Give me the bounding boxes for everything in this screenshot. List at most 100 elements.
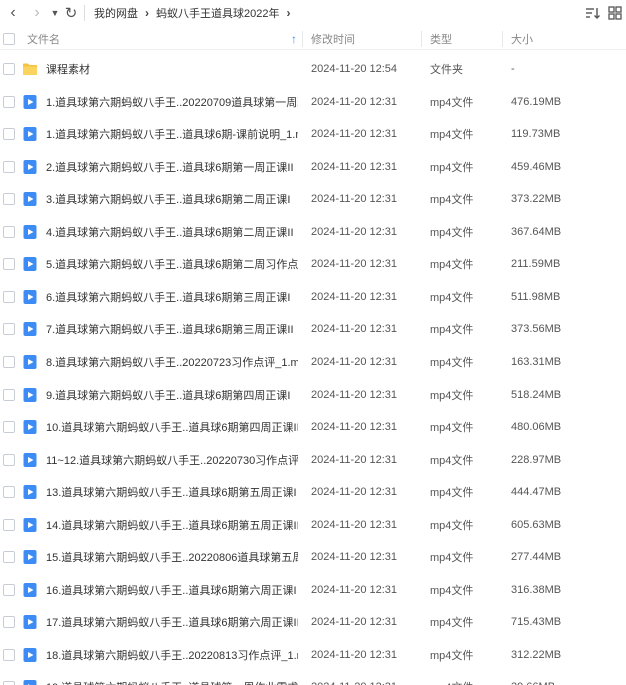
file-size: 511.98MB bbox=[511, 290, 561, 303]
file-name[interactable]: 18.道具球第六期蚂蚁八手王..20220813习作点评_1.mp4 bbox=[46, 639, 298, 671]
row-checkbox[interactable] bbox=[3, 225, 15, 238]
modified-time: 2024-11-20 12:31 bbox=[311, 486, 398, 499]
file-row[interactable]: 19.道具球第六期蚂蚁八手王..道具球第一周作业需求 x26... 2024-11… bbox=[0, 671, 626, 685]
file-name[interactable]: 13.道具球第六期蚂蚁八手王..道具球6期第五周正课I（08... bbox=[46, 476, 298, 508]
row-checkbox[interactable] bbox=[3, 63, 15, 75]
file-name[interactable]: 8.道具球第六期蚂蚁八手王..20220723习作点评_1.mp4 bbox=[46, 346, 298, 378]
file-type: mp4文件 bbox=[430, 194, 474, 207]
file-row[interactable]: 14.道具球第六期蚂蚁八手王..道具球6期第五周正课II（08... 2024-1… bbox=[0, 509, 626, 541]
toolbar-divider bbox=[84, 5, 85, 21]
file-name[interactable]: 2.道具球第六期蚂蚁八手王..道具球6期第一周正课II（070... bbox=[46, 151, 298, 183]
file-size: 211.59MB bbox=[511, 258, 561, 271]
file-type: mp4文件 bbox=[430, 291, 474, 304]
modified-time: 2024-11-20 12:31 bbox=[311, 160, 398, 173]
file-row[interactable]: 1.道具球第六期蚂蚁八手王..20220709道具球第一周理论... 2024-1… bbox=[0, 86, 626, 118]
row-checkbox[interactable] bbox=[3, 388, 15, 401]
column-divider[interactable] bbox=[302, 31, 303, 47]
video-file-icon bbox=[23, 94, 37, 109]
row-checkbox[interactable] bbox=[3, 583, 15, 596]
file-row[interactable]: 13.道具球第六期蚂蚁八手王..道具球6期第五周正课I（08... 2024-11… bbox=[0, 476, 626, 508]
file-row[interactable]: 1.道具球第六期蚂蚁八手王..道具球6期-课前说明_1.mp4 2024-11-2… bbox=[0, 118, 626, 150]
file-name[interactable]: 3.道具球第六期蚂蚁八手王..道具球6期第二周正课I（071... bbox=[46, 183, 298, 215]
refresh-icon[interactable]: ↻ bbox=[60, 2, 82, 24]
video-file-icon bbox=[23, 192, 37, 207]
row-checkbox[interactable] bbox=[3, 355, 15, 368]
row-checkbox[interactable] bbox=[3, 193, 15, 206]
file-name[interactable]: 5.道具球第六期蚂蚁八手王..道具球6期第二周习作点评（... bbox=[46, 248, 298, 280]
row-checkbox[interactable] bbox=[3, 648, 15, 661]
file-name[interactable]: 6.道具球第六期蚂蚁八手王..道具球6期第三周正课I（072... bbox=[46, 281, 298, 313]
file-type: mp4文件 bbox=[430, 671, 473, 685]
file-row[interactable]: 5.道具球第六期蚂蚁八手王..道具球6期第二周习作点评（... 2024-11-2… bbox=[0, 248, 626, 280]
file-name[interactable]: 17.道具球第六期蚂蚁八手王..道具球6期第六周正课II（08... bbox=[46, 606, 298, 638]
file-name[interactable]: 10.道具球第六期蚂蚁八手王..道具球6期第四周正课II（07... bbox=[46, 411, 298, 443]
file-size: 715.43MB bbox=[511, 616, 562, 629]
modified-time: 2024-11-20 12:31 bbox=[311, 323, 398, 336]
file-row[interactable]: 8.道具球第六期蚂蚁八手王..20220723习作点评_1.mp4 2024-11… bbox=[0, 346, 626, 378]
file-name[interactable]: 1.道具球第六期蚂蚁八手王..道具球6期-课前说明_1.mp4 bbox=[46, 118, 298, 150]
file-name[interactable]: 9.道具球第六期蚂蚁八手王..道具球6期第四周正课I（073... bbox=[46, 379, 298, 411]
file-row[interactable]: 3.道具球第六期蚂蚁八手王..道具球6期第二周正课I（071... 2024-11… bbox=[0, 183, 626, 215]
row-checkbox[interactable] bbox=[3, 160, 15, 173]
modified-time: 2024-11-20 12:31 bbox=[311, 355, 398, 368]
file-row[interactable]: 17.道具球第六期蚂蚁八手王..道具球6期第六周正课II（08... 2024-1… bbox=[0, 606, 626, 638]
file-row[interactable]: 15.道具球第六期蚂蚁八手王..20220806道具球第五周习... 2024-1… bbox=[0, 541, 626, 573]
file-name[interactable]: 4.道具球第六期蚂蚁八手王..道具球6期第二周正课II（071... bbox=[46, 216, 298, 248]
file-size: 119.73MB bbox=[511, 128, 561, 141]
header-name[interactable]: 文件名 bbox=[27, 28, 60, 50]
file-size: 518.24MB bbox=[511, 388, 562, 401]
file-row[interactable]: 11~12.道具球第六期蚂蚁八手王..20220730习作点评.mp4 2024-… bbox=[0, 444, 626, 476]
file-row[interactable]: 16.道具球第六期蚂蚁八手王..道具球6期第六周正课I（08... 2024-11… bbox=[0, 574, 626, 606]
header-mtime[interactable]: 修改时间 bbox=[311, 28, 355, 50]
row-checkbox[interactable] bbox=[3, 95, 15, 108]
file-name[interactable]: 15.道具球第六期蚂蚁八手王..20220806道具球第五周习... bbox=[46, 541, 298, 573]
file-row[interactable]: 4.道具球第六期蚂蚁八手王..道具球6期第二周正课II（071... 2024-1… bbox=[0, 216, 626, 248]
row-checkbox[interactable] bbox=[3, 128, 15, 141]
modified-time: 2024-11-20 12:31 bbox=[311, 193, 398, 206]
file-name[interactable]: 16.道具球第六期蚂蚁八手王..道具球6期第六周正课I（08... bbox=[46, 574, 298, 606]
file-type: mp4文件 bbox=[430, 584, 474, 597]
row-checkbox[interactable] bbox=[3, 518, 15, 531]
row-checkbox[interactable] bbox=[3, 290, 15, 303]
breadcrumb-current[interactable]: 蚂蚁八手王道具球2022年 bbox=[156, 5, 279, 21]
row-checkbox[interactable] bbox=[3, 551, 15, 564]
sort-ascending-icon[interactable]: ↑ bbox=[291, 28, 297, 50]
file-type: mp4文件 bbox=[430, 454, 474, 467]
header-type[interactable]: 类型 bbox=[430, 28, 452, 50]
file-name[interactable]: 1.道具球第六期蚂蚁八手王..20220709道具球第一周理论... bbox=[46, 86, 298, 118]
column-divider[interactable] bbox=[421, 31, 422, 47]
row-checkbox[interactable] bbox=[3, 323, 15, 336]
column-divider[interactable] bbox=[502, 31, 503, 47]
file-name[interactable]: 19.道具球第六期蚂蚁八手王..道具球第一周作业需求 x26... bbox=[46, 671, 298, 685]
row-checkbox[interactable] bbox=[3, 421, 15, 434]
file-type: 文件夹 bbox=[430, 64, 463, 76]
breadcrumb-root[interactable]: 我的网盘 bbox=[94, 5, 138, 21]
file-row[interactable]: 7.道具球第六期蚂蚁八手王..道具球6期第三周正课II（072... 2024-1… bbox=[0, 313, 626, 345]
row-checkbox[interactable] bbox=[3, 681, 15, 685]
modified-time: 2024-11-20 12:31 bbox=[311, 258, 398, 271]
video-file-icon bbox=[23, 387, 37, 402]
file-type: mp4文件 bbox=[430, 487, 474, 500]
file-row[interactable]: 6.道具球第六期蚂蚁八手王..道具球6期第三周正课I（072... 2024-11… bbox=[0, 281, 626, 313]
folder-row[interactable]: 课程素材 2024-11-20 12:54 文件夹 - bbox=[0, 53, 626, 85]
row-checkbox[interactable] bbox=[3, 453, 15, 466]
file-row[interactable]: 9.道具球第六期蚂蚁八手王..道具球6期第四周正课I（073... 2024-11… bbox=[0, 379, 626, 411]
file-type: mp4文件 bbox=[430, 552, 474, 565]
select-all-checkbox[interactable] bbox=[3, 33, 15, 45]
file-name[interactable]: 14.道具球第六期蚂蚁八手王..道具球6期第五周正课II（08... bbox=[46, 509, 298, 541]
header-size[interactable]: 大小 bbox=[511, 28, 533, 50]
back-arrow-icon[interactable]: ‹ bbox=[2, 2, 24, 24]
file-row[interactable]: 18.道具球第六期蚂蚁八手王..20220813习作点评_1.mp4 2024-1… bbox=[0, 639, 626, 671]
file-name[interactable]: 7.道具球第六期蚂蚁八手王..道具球6期第三周正课II（072... bbox=[46, 313, 298, 345]
sort-icon[interactable] bbox=[584, 5, 600, 21]
grid-view-icon[interactable] bbox=[608, 6, 622, 20]
row-checkbox[interactable] bbox=[3, 258, 15, 271]
file-size: 444.47MB bbox=[511, 486, 562, 499]
file-row[interactable]: 10.道具球第六期蚂蚁八手王..道具球6期第四周正课II（07... 2024-1… bbox=[0, 411, 626, 443]
row-checkbox[interactable] bbox=[3, 486, 15, 499]
file-name[interactable]: 11~12.道具球第六期蚂蚁八手王..20220730习作点评.mp4 bbox=[46, 444, 298, 476]
row-checkbox[interactable] bbox=[3, 616, 15, 629]
file-row[interactable]: 2.道具球第六期蚂蚁八手王..道具球6期第一周正课II（070... 2024-1… bbox=[0, 151, 626, 183]
video-file-icon bbox=[23, 159, 37, 174]
file-name[interactable]: 课程素材 bbox=[46, 53, 298, 85]
